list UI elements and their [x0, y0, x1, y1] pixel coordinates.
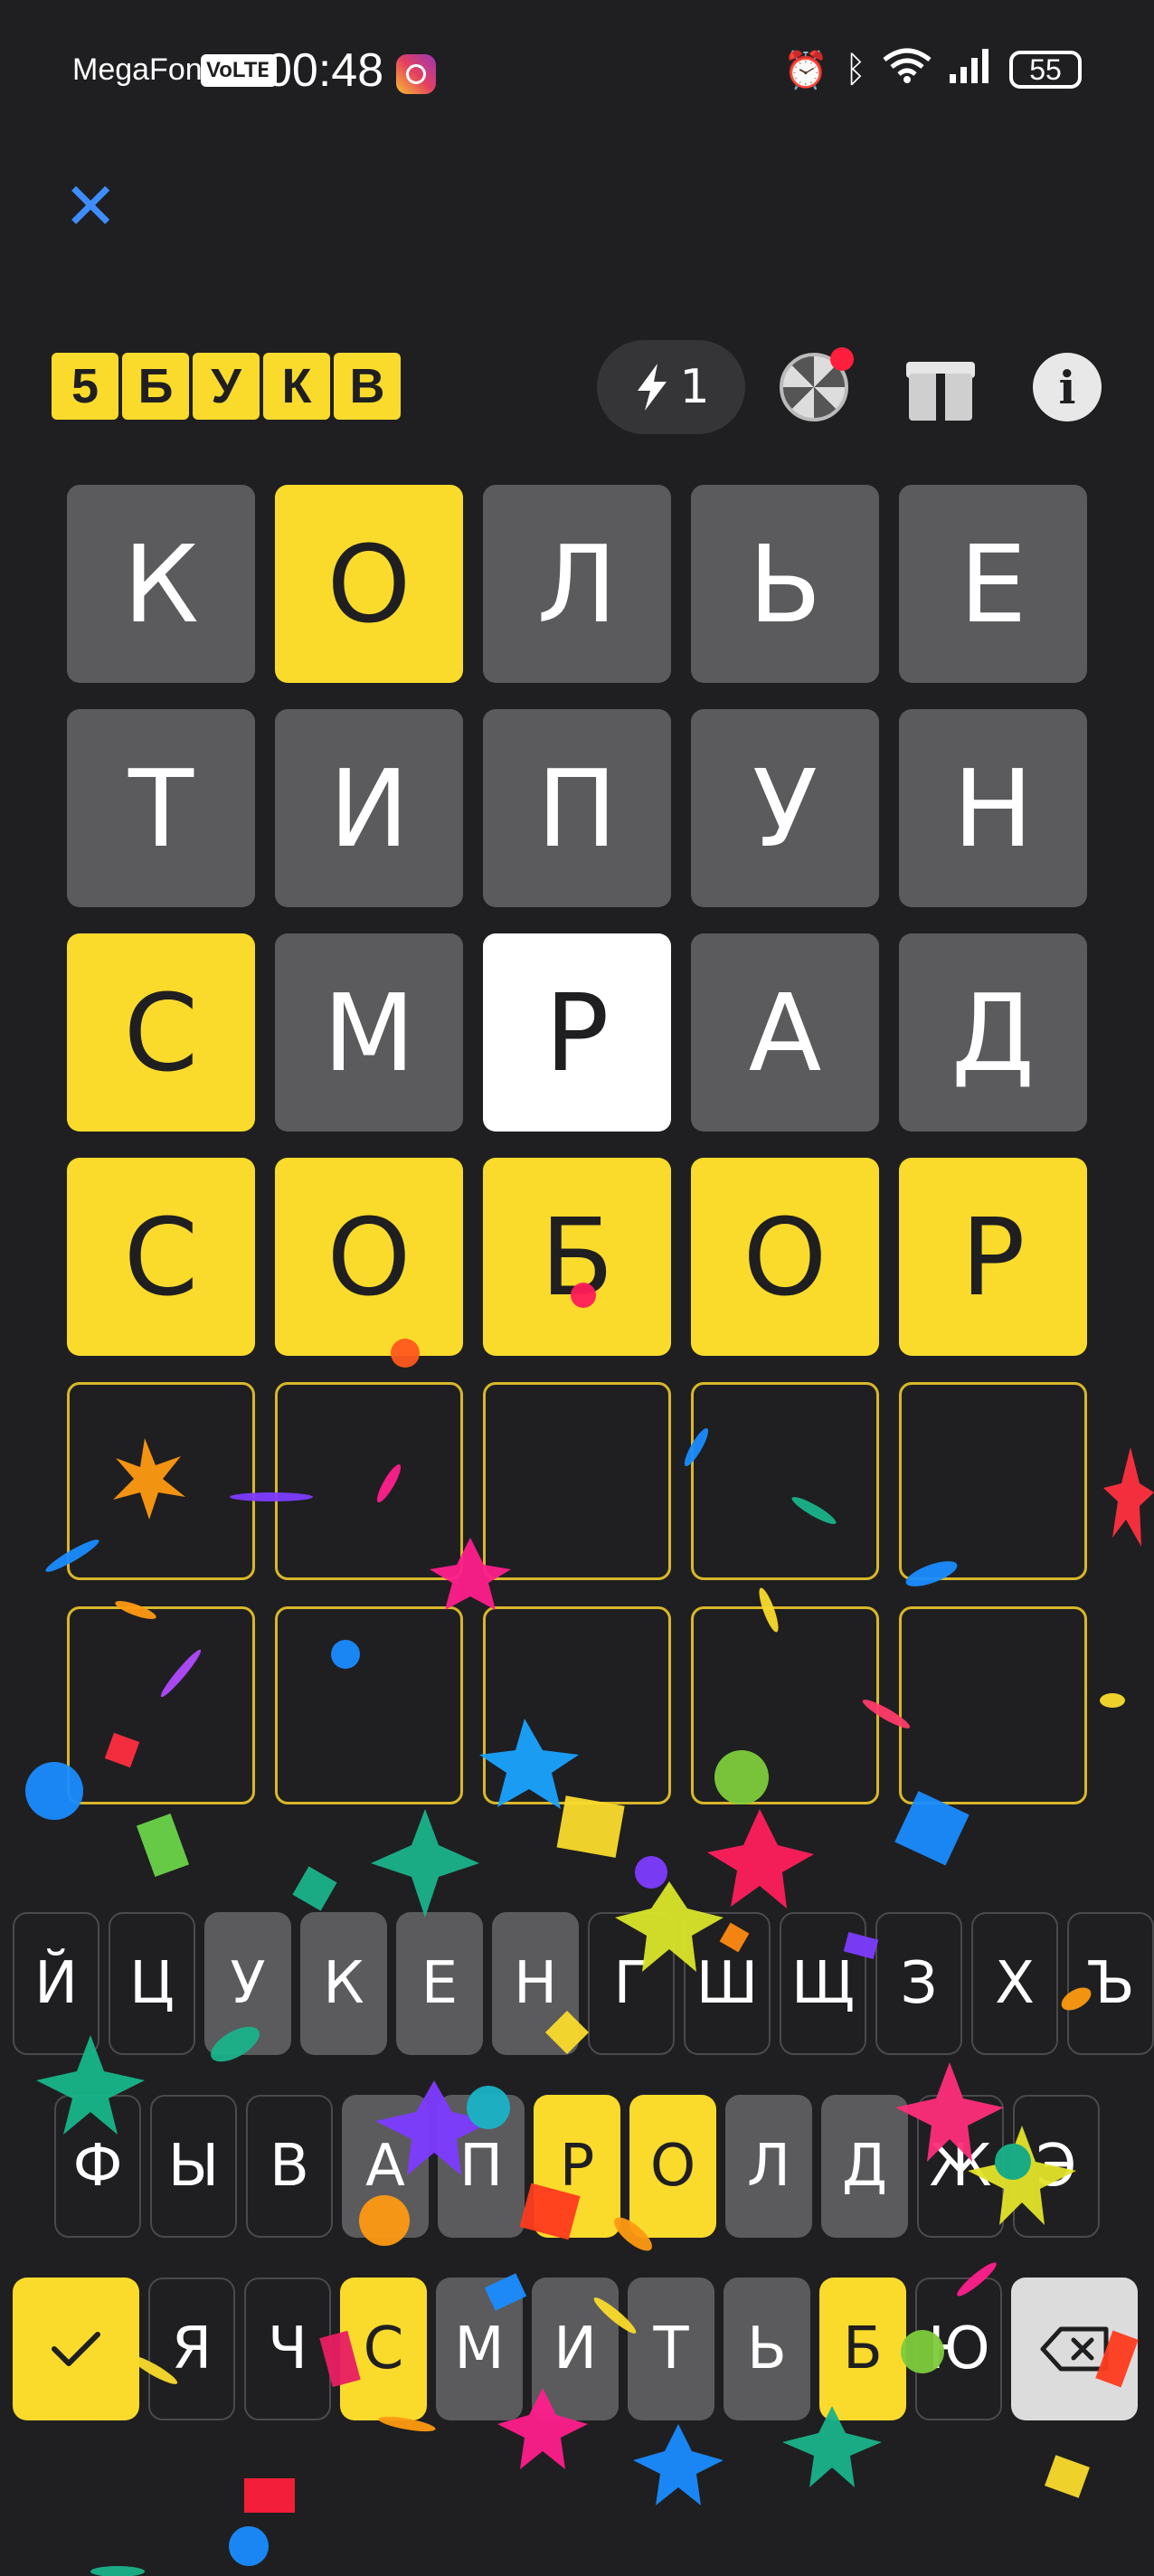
- key[interactable]: С: [340, 2278, 427, 2420]
- energy-count: 1: [679, 360, 710, 414]
- key[interactable]: Х: [971, 1912, 1058, 2055]
- info-button[interactable]: i: [1031, 351, 1103, 423]
- info-icon: i: [1033, 353, 1102, 421]
- letter-tile: Е: [899, 485, 1087, 683]
- empty-tile: [691, 1382, 879, 1580]
- key[interactable]: И: [532, 2278, 619, 2420]
- letter-tile: П: [483, 709, 671, 907]
- keyboard-row-3: ЯЧСМИТЬБЮ: [13, 2278, 1138, 2420]
- key[interactable]: У: [204, 1912, 291, 2055]
- letter-tile: М: [275, 933, 463, 1132]
- letter-tile: Д: [899, 933, 1087, 1132]
- key[interactable]: Ы: [150, 2095, 237, 2238]
- key[interactable]: Ж: [917, 2095, 1004, 2238]
- status-bar: MegaFon VoLTE 00:48 ⏰ ᛒ 55: [0, 0, 1154, 145]
- battery-icon: 55: [1009, 51, 1082, 89]
- key[interactable]: П: [438, 2095, 525, 2238]
- carrier-name: MegaFon: [72, 52, 203, 87]
- key[interactable]: К: [300, 1912, 387, 2055]
- empty-tile: [67, 1382, 255, 1580]
- gift-icon: [909, 374, 972, 421]
- key[interactable]: З: [875, 1912, 962, 2055]
- key[interactable]: Р: [534, 2095, 620, 2238]
- keyboard-row-1: ЙЦУКЕНГШЩЗХЪ: [13, 1912, 1154, 2055]
- key[interactable]: А: [342, 2095, 429, 2238]
- key[interactable]: Ш: [684, 1912, 771, 2055]
- empty-tile: [899, 1382, 1087, 1580]
- letter-tile: Ь: [691, 485, 879, 683]
- key[interactable]: Л: [725, 2095, 812, 2238]
- close-icon[interactable]: ✕: [63, 174, 118, 239]
- battery-level: 55: [1029, 52, 1062, 86]
- key[interactable]: Ю: [915, 2278, 1002, 2420]
- enter-key[interactable]: [13, 2278, 139, 2420]
- letter-tile: К: [67, 485, 255, 683]
- gift-button[interactable]: [904, 351, 977, 423]
- empty-tile: [67, 1606, 255, 1804]
- bluetooth-icon: ᛒ: [845, 49, 866, 90]
- letter-tile: А: [691, 933, 879, 1132]
- letter-tile: О: [275, 1158, 463, 1356]
- empty-tile: [483, 1382, 671, 1580]
- key[interactable]: Щ: [780, 1912, 866, 2055]
- letter-tile: Н: [899, 709, 1087, 907]
- game-board: КОЛЬЕТИПУНСМРАДСОБОР: [67, 485, 1087, 1804]
- game-logo: 5БУКВ: [52, 353, 401, 420]
- check-icon: [52, 2332, 100, 2366]
- logo-letter: Б: [122, 353, 189, 420]
- letter-tile: Б: [483, 1158, 671, 1356]
- alarm-icon: ⏰: [783, 49, 828, 91]
- letter-tile: Р: [899, 1158, 1087, 1356]
- logo-letter: В: [334, 353, 401, 420]
- status-icons: ⏰ ᛒ 55: [783, 47, 1082, 92]
- empty-tile: [691, 1606, 879, 1804]
- letter-tile: Т: [67, 709, 255, 907]
- key[interactable]: Г: [588, 1912, 675, 2055]
- empty-tile: [275, 1382, 463, 1580]
- lightning-icon: [638, 364, 667, 411]
- empty-tile: [275, 1606, 463, 1804]
- keyboard-row-2: ФЫВАПРОЛДЖЭ: [54, 2095, 1100, 2238]
- logo-letter: 5: [52, 353, 118, 420]
- status-time: 00:48: [266, 44, 384, 97]
- fortune-wheel-button[interactable]: [778, 347, 854, 423]
- key[interactable]: Ь: [724, 2278, 810, 2420]
- key[interactable]: Я: [148, 2278, 235, 2420]
- key[interactable]: Е: [396, 1912, 483, 2055]
- letter-tile: О: [275, 485, 463, 683]
- key[interactable]: Ф: [54, 2095, 141, 2238]
- instagram-icon: [396, 54, 436, 94]
- key[interactable]: Э: [1013, 2095, 1100, 2238]
- key[interactable]: М: [436, 2278, 523, 2420]
- key[interactable]: Н: [492, 1912, 579, 2055]
- empty-tile: [483, 1606, 671, 1804]
- logo-letter: У: [193, 353, 260, 420]
- backspace-key[interactable]: [1011, 2278, 1138, 2420]
- energy-button[interactable]: 1: [597, 340, 745, 434]
- backspace-icon: [1040, 2326, 1109, 2372]
- key[interactable]: Б: [819, 2278, 906, 2420]
- letter-tile: О: [691, 1158, 879, 1356]
- key[interactable]: Ч: [244, 2278, 331, 2420]
- letter-tile: С: [67, 1158, 255, 1356]
- notification-dot: [830, 347, 854, 371]
- key[interactable]: Д: [821, 2095, 908, 2238]
- letter-tile: Л: [483, 485, 671, 683]
- letter-tile: С: [67, 933, 255, 1132]
- signal-icon: [948, 47, 993, 92]
- key[interactable]: О: [629, 2095, 716, 2238]
- key[interactable]: Т: [628, 2278, 714, 2420]
- key[interactable]: Ц: [109, 1912, 195, 2055]
- wifi-icon: [883, 47, 932, 92]
- empty-tile: [899, 1606, 1087, 1804]
- logo-letter: К: [263, 353, 330, 420]
- key[interactable]: Й: [13, 1912, 99, 2055]
- letter-tile: Р: [483, 933, 671, 1132]
- letter-tile: И: [275, 709, 463, 907]
- key[interactable]: В: [246, 2095, 333, 2238]
- key[interactable]: Ъ: [1067, 1912, 1154, 2055]
- letter-tile: У: [691, 709, 879, 907]
